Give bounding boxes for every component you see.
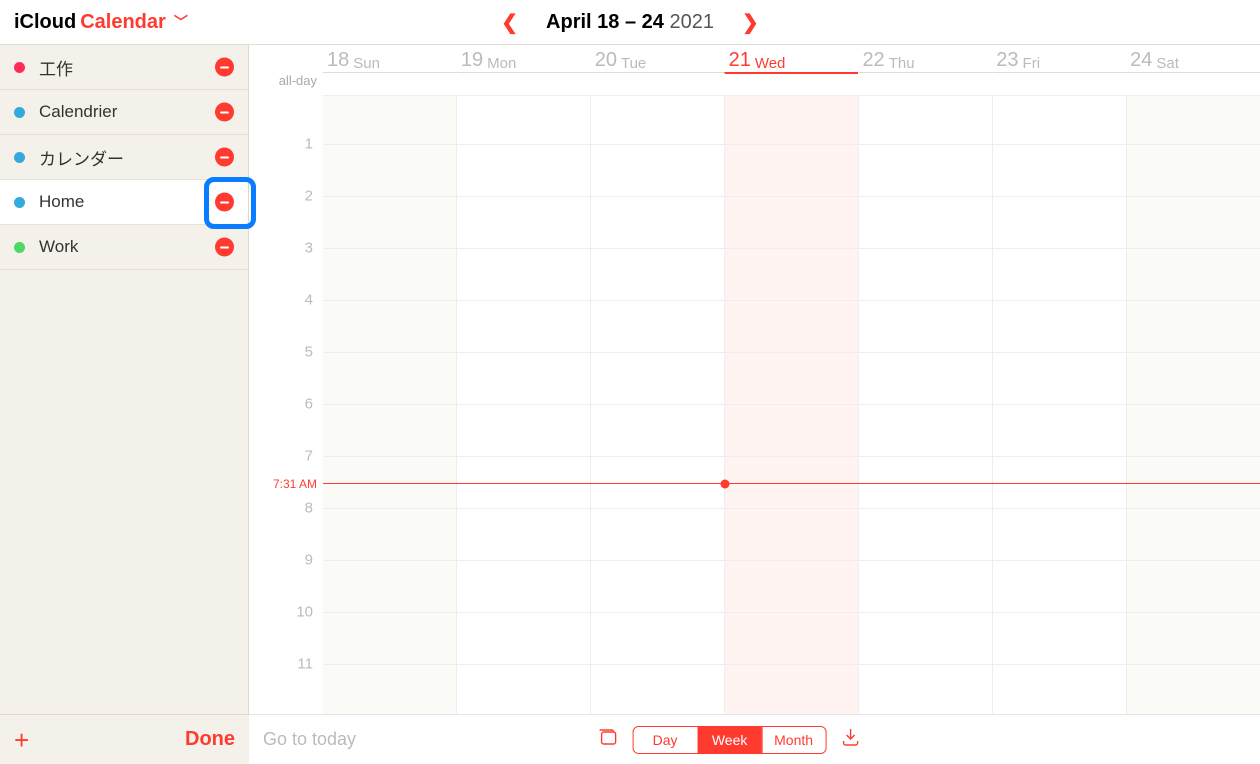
calendar-main: all-day 18Sun19Mon20Tue21Wed22Thu23Fri24… xyxy=(249,45,1260,714)
day-header[interactable]: 21Wed xyxy=(725,45,859,72)
hour-label: 9 xyxy=(249,552,323,569)
allday-cell[interactable] xyxy=(992,72,1126,95)
day-header[interactable]: 20Tue xyxy=(591,45,725,72)
go-to-today-button[interactable]: Go to today xyxy=(263,729,356,750)
add-calendar-button[interactable]: + xyxy=(14,727,29,753)
allday-cell[interactable] xyxy=(590,72,724,95)
day-header[interactable]: 22Thu xyxy=(858,45,992,72)
calendar-list: 工作 Calendrier カレンダー Home Work xyxy=(0,45,248,270)
day-header[interactable]: 18Sun xyxy=(323,45,457,72)
day-column[interactable] xyxy=(456,96,590,714)
allday-cell[interactable] xyxy=(323,72,456,95)
day-header[interactable]: 19Mon xyxy=(457,45,591,72)
current-time-label: 7:31 AM xyxy=(249,477,323,491)
current-time-dot xyxy=(720,479,729,488)
calendar-color-dot xyxy=(14,62,25,73)
remove-calendar-button[interactable] xyxy=(215,193,234,212)
calendar-list-item[interactable]: Work xyxy=(0,225,248,270)
calendar-list-item[interactable]: 工作 xyxy=(0,45,248,90)
date-range-nav: ❮ April 18 – 24 2021 ❯ xyxy=(0,10,1260,35)
done-button[interactable]: Done xyxy=(185,728,235,751)
day-column[interactable] xyxy=(858,96,992,714)
sidebar-footer: + Done xyxy=(0,714,249,764)
week-grid[interactable]: 7:31 AM xyxy=(323,96,1260,714)
view-week-button[interactable]: Week xyxy=(697,727,761,753)
day-column[interactable] xyxy=(323,96,456,714)
day-header[interactable]: 23Fri xyxy=(992,45,1126,72)
calendar-color-dot xyxy=(14,197,25,208)
hour-gutter: 1 2 3 4 5 6 7 8 9 10 11 xyxy=(249,96,323,714)
allday-cell[interactable] xyxy=(456,72,590,95)
bottom-toolbar: Go to today Day Week Month xyxy=(249,714,1260,764)
hour-label: 7 xyxy=(249,448,323,465)
hour-label: 8 xyxy=(249,500,323,517)
day-column[interactable] xyxy=(590,96,724,714)
download-icon[interactable] xyxy=(840,727,860,752)
hour-label: 2 xyxy=(249,188,323,205)
remove-calendar-button[interactable] xyxy=(215,238,234,257)
remove-calendar-button[interactable] xyxy=(215,148,234,167)
view-day-button[interactable]: Day xyxy=(633,727,697,753)
prev-week-button[interactable]: ❮ xyxy=(501,10,518,35)
calendar-list-item[interactable]: Calendrier xyxy=(0,90,248,135)
view-month-button[interactable]: Month xyxy=(761,727,825,753)
hour-label: 3 xyxy=(249,240,323,257)
hour-label: 1 xyxy=(249,136,323,153)
hour-label: 6 xyxy=(249,396,323,413)
calendar-list-item[interactable]: カレンダー xyxy=(0,135,248,180)
calendar-name: Home xyxy=(39,192,84,212)
calendar-color-dot xyxy=(14,152,25,163)
day-column[interactable] xyxy=(992,96,1126,714)
allday-row[interactable] xyxy=(323,72,1260,96)
hour-label: 10 xyxy=(249,604,323,621)
calendar-name: Calendrier xyxy=(39,102,117,122)
calendar-name: カレンダー xyxy=(39,145,124,170)
allday-cell[interactable] xyxy=(858,72,992,95)
date-range-label: April 18 – 24 2021 xyxy=(546,11,714,34)
calendar-name: 工作 xyxy=(39,55,73,80)
day-column[interactable] xyxy=(724,96,858,714)
next-week-button[interactable]: ❯ xyxy=(742,10,759,35)
hour-label: 5 xyxy=(249,344,323,361)
calendar-name: Work xyxy=(39,237,78,257)
day-header[interactable]: 24Sat xyxy=(1126,45,1260,72)
hour-label: 4 xyxy=(249,292,323,309)
allday-cell[interactable] xyxy=(1126,72,1260,95)
app-header: iCloud Calendar ﹀ ❮ April 18 – 24 2021 ❯ xyxy=(0,0,1260,45)
day-headers: 18Sun19Mon20Tue21Wed22Thu23Fri24Sat xyxy=(323,45,1260,72)
day-column[interactable] xyxy=(1126,96,1260,714)
calendar-color-dot xyxy=(14,242,25,253)
calendars-icon[interactable] xyxy=(596,727,618,752)
remove-calendar-button[interactable] xyxy=(215,103,234,122)
allday-cell[interactable] xyxy=(724,72,858,95)
calendar-color-dot xyxy=(14,107,25,118)
remove-calendar-button[interactable] xyxy=(215,58,234,77)
calendar-list-item[interactable]: Home xyxy=(0,180,248,225)
current-time-indicator: 7:31 AM xyxy=(323,483,1260,484)
view-segmented-control: Day Week Month xyxy=(632,726,826,754)
allday-label: all-day xyxy=(249,73,323,88)
hour-label: 11 xyxy=(249,656,323,673)
calendar-sidebar: 工作 Calendrier カレンダー Home Work + Done xyxy=(0,45,249,764)
